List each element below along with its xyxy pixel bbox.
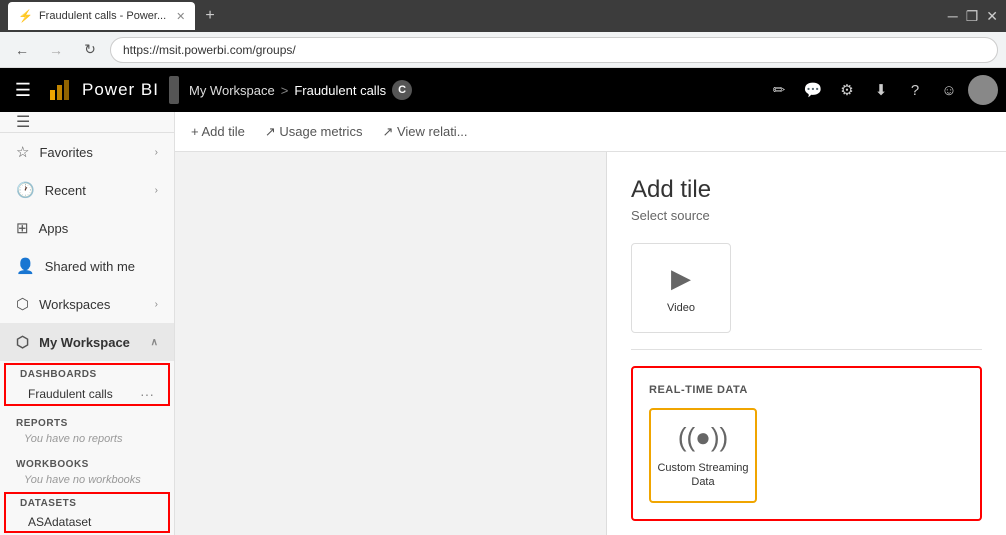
dashboards-section-label: DASHBOARDS — [20, 369, 97, 380]
sidebar-item-favorites[interactable]: ☆ Favorites › — [0, 133, 174, 171]
logo-area: Power BI — [48, 76, 159, 104]
breadcrumb-sep: > — [281, 83, 289, 98]
my-workspace-label: My Workspace — [39, 335, 141, 350]
recent-chevron-icon: › — [155, 185, 158, 196]
window-controls: ─ ❐ ✕ — [948, 8, 998, 25]
app-container: ☰ Power BI My Workspace > Fraudulent cal… — [0, 68, 1006, 535]
workbooks-section: WORKBOOKS — [0, 449, 174, 472]
workspace-link[interactable]: My Workspace — [189, 83, 275, 98]
new-tab-button[interactable]: + — [201, 7, 218, 25]
streaming-tile-label: Custom Streaming Data — [657, 461, 748, 490]
back-button[interactable]: ← — [8, 36, 36, 64]
url-text: https://msit.powerbi.com/groups/ — [123, 43, 296, 57]
address-bar-row: ← → ↻ https://msit.powerbi.com/groups/ — [0, 32, 1006, 68]
dashboards-section-header: DASHBOARDS Fraudulent calls ··· — [4, 363, 170, 406]
workbooks-section-label: WORKBOOKS — [16, 459, 89, 470]
workspaces-label: Workspaces — [39, 297, 145, 312]
sidebar-hamburger-icon[interactable]: ☰ — [16, 112, 30, 132]
sidebar-item-apps[interactable]: ⊞ Apps — [0, 209, 174, 247]
refresh-button[interactable]: ↻ — [76, 36, 104, 64]
breadcrumb: My Workspace > Fraudulent calls C — [189, 80, 412, 100]
sidebar-item-shared[interactable]: 👤 Shared with me — [0, 247, 174, 285]
add-tile-button[interactable]: + Add tile — [191, 124, 245, 139]
reports-section: REPORTS — [0, 408, 174, 431]
panel-title: Add tile — [631, 176, 982, 204]
realtime-section: REAL-TIME DATA ((●)) Custom Streaming Da… — [631, 366, 982, 521]
avatar[interactable] — [968, 75, 998, 105]
smiley-icon[interactable]: ☺ — [934, 75, 964, 105]
sidebar: ☰ ☆ Favorites › 🕐 Recent › ⊞ Apps 👤 — [0, 112, 175, 535]
datasets-section-label: DATASETS — [20, 498, 76, 509]
browser-tab[interactable]: ⚡ Fraudulent calls - Power... ✕ — [8, 2, 195, 30]
asa-dataset-label: ASAdataset — [28, 515, 91, 529]
recent-label: Recent — [45, 183, 145, 198]
favorites-label: Favorites — [39, 145, 144, 160]
asa-dataset-item[interactable]: ASAdataset — [4, 511, 170, 533]
sidebar-item-workspaces[interactable]: ⬡ Workspaces › — [0, 285, 174, 323]
no-reports-label: You have no reports — [0, 431, 174, 449]
video-tile-card[interactable]: ▶ Video — [631, 243, 731, 333]
streaming-tile-icon: ((●)) — [678, 422, 728, 453]
apps-icon: ⊞ — [16, 219, 29, 237]
my-workspace-chevron-icon: ∧ — [151, 337, 158, 348]
workspaces-chevron-icon: › — [155, 299, 158, 310]
streaming-tile-card[interactable]: ((●)) Custom Streaming Data — [649, 408, 757, 503]
edit-icon[interactable]: ✏ — [764, 75, 794, 105]
shared-label: Shared with me — [45, 259, 158, 274]
recent-icon: 🕐 — [16, 181, 35, 199]
restore-button[interactable]: ❐ — [966, 8, 979, 25]
usage-metrics-button[interactable]: ↗ Usage metrics — [265, 124, 363, 140]
dashboard-dots-icon[interactable]: ··· — [140, 386, 154, 402]
reports-section-label: REPORTS — [16, 418, 68, 429]
address-bar[interactable]: https://msit.powerbi.com/groups/ — [110, 37, 998, 63]
content-area: + Add tile ↗ Usage metrics ↗ View relati… — [175, 112, 1006, 535]
dashboard-fraudulent-calls[interactable]: Fraudulent calls ··· — [4, 382, 170, 406]
no-workbooks-label: You have no workbooks — [0, 472, 174, 490]
tab-title: Fraudulent calls - Power... — [39, 10, 166, 22]
forward-button[interactable]: → — [42, 36, 70, 64]
workspaces-icon: ⬡ — [16, 295, 29, 313]
fraudulent-calls-label: Fraudulent calls — [28, 387, 113, 401]
minimize-button[interactable]: ─ — [948, 8, 958, 24]
download-icon[interactable]: ⬇ — [866, 75, 896, 105]
shared-icon: 👤 — [16, 257, 35, 275]
apps-label: Apps — [39, 221, 158, 236]
section-divider — [631, 349, 982, 350]
panel-subtitle: Select source — [631, 208, 982, 223]
sidebar-toolbar: ☰ — [0, 112, 174, 133]
report-name[interactable]: Fraudulent calls — [294, 83, 386, 98]
tab-favicon: ⚡ — [18, 9, 33, 23]
add-tile-panel: Add tile Select source ▶ Video REAL-TIME… — [606, 152, 1006, 535]
nav-icons: ✏ 💬 ⚙ ⬇ ? ☺ — [764, 75, 998, 105]
tab-close-icon[interactable]: ✕ — [176, 10, 185, 23]
workspace-badge — [169, 76, 179, 104]
my-workspace-icon: ⬡ — [16, 333, 29, 351]
settings-icon[interactable]: ⚙ — [832, 75, 862, 105]
video-tile-label: Video — [667, 302, 695, 314]
sidebar-item-recent[interactable]: 🕐 Recent › — [0, 171, 174, 209]
help-icon[interactable]: ? — [900, 75, 930, 105]
canvas — [175, 152, 606, 535]
close-button[interactable]: ✕ — [986, 8, 998, 25]
realtime-section-title: REAL-TIME DATA — [649, 384, 964, 396]
content-toolbar: + Add tile ↗ Usage metrics ↗ View relati… — [175, 112, 1006, 152]
view-related-button[interactable]: ↗ View relati... — [382, 124, 467, 140]
report-badge: C — [392, 80, 412, 100]
video-tile-icon: ▶ — [671, 263, 691, 294]
logo-text: Power BI — [82, 80, 159, 100]
main-area: ☰ ☆ Favorites › 🕐 Recent › ⊞ Apps 👤 — [0, 112, 1006, 535]
hamburger-icon[interactable]: ☰ — [8, 75, 38, 105]
power-bi-logo-icon — [48, 76, 76, 104]
media-tiles-row: ▶ Video — [631, 243, 982, 333]
favorites-icon: ☆ — [16, 143, 29, 161]
comment-icon[interactable]: 💬 — [798, 75, 828, 105]
top-nav: ☰ Power BI My Workspace > Fraudulent cal… — [0, 68, 1006, 112]
browser-chrome: ⚡ Fraudulent calls - Power... ✕ + ─ ❐ ✕ — [0, 0, 1006, 32]
favorites-chevron-icon: › — [155, 147, 158, 158]
datasets-section-header: DATASETS ASAdataset — [4, 492, 170, 533]
sidebar-item-my-workspace[interactable]: ⬡ My Workspace ∧ — [0, 323, 174, 361]
